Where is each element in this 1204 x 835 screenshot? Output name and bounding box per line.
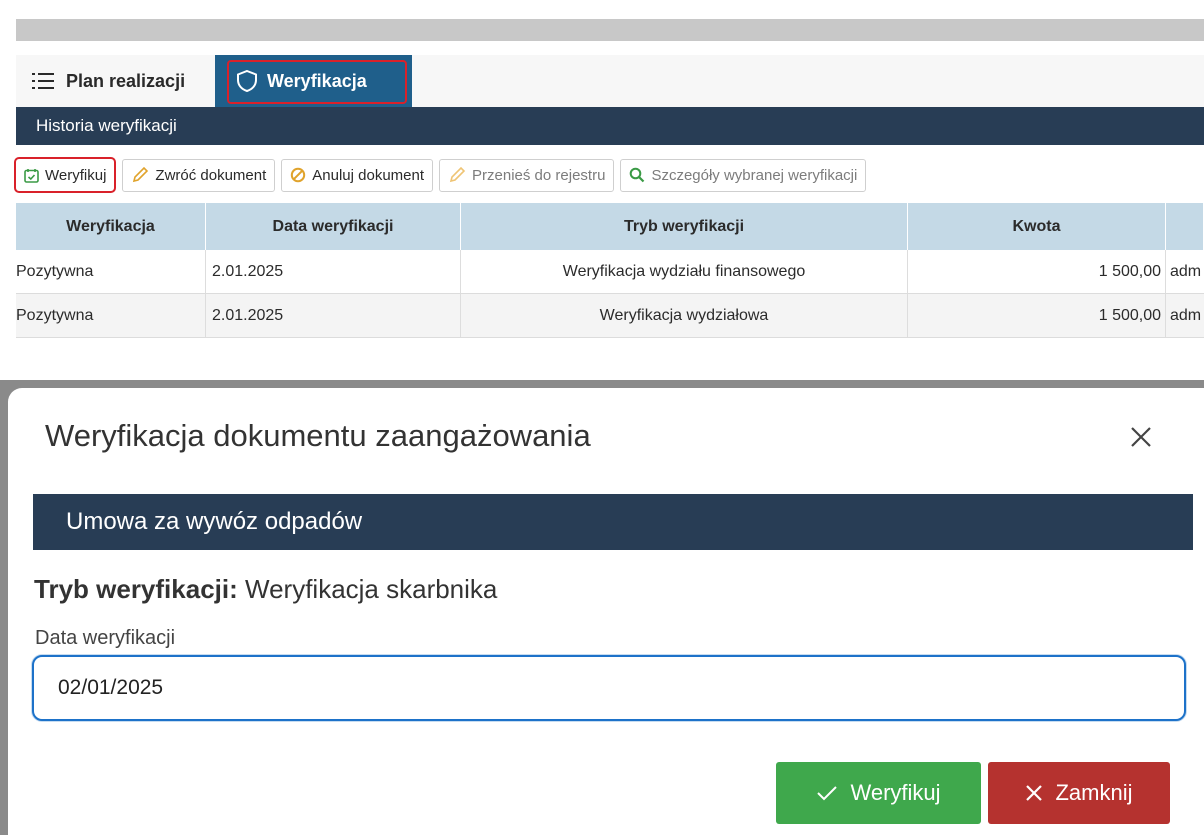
table-cell: Pozytywna <box>0 294 206 337</box>
verification-date-input[interactable] <box>32 655 1186 721</box>
mode-label: Tryb weryfikacji: <box>34 574 238 604</box>
table-header-row: Weryfikacja Data weryfikacji Tryb weryfi… <box>16 203 1204 250</box>
document-name-bar: Umowa za wywóz odpadów <box>33 494 1193 550</box>
dialog-title: Weryfikacja dokumentu zaangażowania <box>45 418 591 453</box>
close-dialog-button[interactable]: Zamknij <box>988 762 1170 824</box>
toolbar: Weryfikuj Zwróć dokument Anuluj dokument… <box>14 157 872 193</box>
verification-details-label: Szczegóły wybranej weryfikacji <box>651 166 858 184</box>
tab-label: Plan realizacji <box>66 70 186 91</box>
column-header[interactable]: Data weryfikacji <box>206 203 461 250</box>
mode-value: Weryfikacja skarbnika <box>245 574 498 604</box>
pencil-icon <box>448 166 466 184</box>
table-cell: Weryfikacja wydziału finansowego <box>461 250 908 293</box>
close-icon <box>1025 784 1043 802</box>
calendar-check-icon <box>24 168 39 183</box>
date-field-label: Data weryfikacji <box>35 627 176 649</box>
table-row[interactable]: Pozytywna 2.01.2025 Weryfikacja wydziało… <box>16 294 1204 338</box>
verify-button[interactable]: Weryfikuj <box>14 157 117 193</box>
confirm-verify-label: Weryfikuj <box>850 780 941 805</box>
table-cell: 2.01.2025 <box>206 294 461 337</box>
table-cell: 1 500,00 <box>908 294 1166 337</box>
table-cell: adm <box>1170 262 1202 280</box>
return-document-label: Zwróć dokument <box>155 166 267 184</box>
close-dialog-label: Zamknij <box>1055 780 1133 805</box>
top-strip <box>16 19 1204 41</box>
confirm-verify-button[interactable]: Weryfikuj <box>776 762 981 824</box>
search-icon <box>629 167 645 183</box>
verification-mode: Tryb weryfikacji: Weryfikacja skarbnika <box>34 574 497 605</box>
highlight-frame <box>227 60 407 104</box>
ban-icon <box>290 167 306 183</box>
move-to-register-label: Przenieś do rejestru <box>472 166 606 184</box>
verify-label: Weryfikuj <box>45 166 107 184</box>
return-document-button[interactable]: Zwróć dokument <box>122 158 276 192</box>
tab-bar: Plan realizacji Weryfikacja <box>16 55 1204 107</box>
tab-weryfikacja[interactable]: Weryfikacja <box>215 55 412 107</box>
list-icon <box>32 72 54 90</box>
column-header[interactable]: Kwota <box>908 203 1166 250</box>
cancel-document-button[interactable]: Anuluj dokument <box>281 158 434 192</box>
column-header[interactable]: Weryfikacja <box>16 203 206 250</box>
verification-history-table: Weryfikacja Data weryfikacji Tryb weryfi… <box>16 203 1204 338</box>
move-to-register-button[interactable]: Przenieś do rejestru <box>439 158 615 192</box>
column-header[interactable] <box>1166 203 1204 250</box>
table-cell: 2.01.2025 <box>206 250 461 293</box>
column-header[interactable]: Tryb weryfikacji <box>461 203 908 250</box>
close-icon[interactable] <box>1126 422 1156 452</box>
table-cell: adm <box>1170 306 1202 324</box>
table-cell: Pozytywna <box>0 250 206 293</box>
pencil-icon <box>131 166 149 184</box>
table-row[interactable]: Pozytywna 2.01.2025 Weryfikacja wydziału… <box>16 250 1204 294</box>
tab-plan-realizacji[interactable]: Plan realizacji <box>32 55 185 107</box>
table-cell: 1 500,00 <box>908 250 1166 293</box>
check-icon <box>816 784 838 802</box>
cancel-document-label: Anuluj dokument <box>312 166 425 184</box>
history-header: Historia weryfikacji <box>16 107 1204 145</box>
verification-details-button[interactable]: Szczegóły wybranej weryfikacji <box>620 158 867 192</box>
table-cell: Weryfikacja wydziałowa <box>461 294 908 337</box>
